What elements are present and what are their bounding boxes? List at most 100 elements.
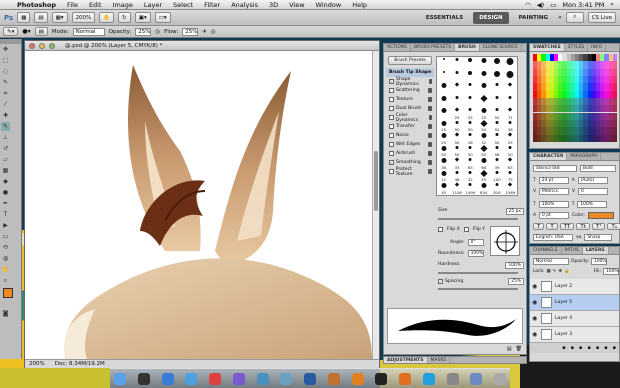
brush-tip[interactable] (450, 70, 463, 83)
tab-brush-presets[interactable]: BRUSH PRESETS (411, 44, 456, 51)
brush-tip[interactable] (437, 57, 450, 70)
zoom-icon[interactable] (49, 42, 55, 49)
workspace-essentials[interactable]: ESSENTIALS (420, 12, 469, 24)
menu-filter[interactable]: Filter (204, 1, 220, 9)
shape-tool-icon[interactable]: ▭ (1, 232, 10, 241)
tab-channels[interactable]: CHANNELS (530, 247, 562, 254)
clock[interactable]: Mon 3:41 PM (562, 1, 604, 9)
scroll-thumb[interactable] (374, 151, 378, 211)
font-family-select[interactable]: Stencil Std (533, 165, 577, 172)
brush-tip[interactable]: 100 (490, 170, 503, 182)
leading-field[interactable]: (Auto) (577, 177, 608, 184)
brush-tip[interactable] (490, 95, 503, 108)
brush-tip[interactable]: 50 (490, 120, 503, 132)
brush-size-preview[interactable]: ●▾ (22, 28, 30, 35)
layer-name[interactable]: Layer 4 (555, 316, 572, 321)
vscale-field[interactable]: 100% (538, 201, 569, 208)
menu-3d[interactable]: 3D (269, 1, 278, 9)
menu-layer[interactable]: Layer (144, 1, 162, 9)
all-caps-button[interactable]: TT (559, 223, 575, 230)
vertical-scrollbar[interactable] (372, 51, 379, 359)
hand-view-button[interactable]: ✋ (99, 12, 115, 23)
brush-tip[interactable] (437, 107, 450, 120)
brush-tip[interactable]: 50 (464, 145, 477, 157)
brush-tip[interactable]: 25 (450, 107, 463, 120)
canvas[interactable] (25, 51, 372, 359)
zoom-level[interactable]: 200% (29, 361, 45, 367)
pressure-size-icon[interactable]: ◎ (211, 29, 216, 35)
menu-image[interactable]: Image (113, 1, 133, 9)
swatch[interactable] (612, 112, 617, 120)
brush-tip[interactable]: 818 (490, 182, 503, 195)
angle-field[interactable]: 0° (467, 239, 484, 246)
wifi-icon[interactable]: ◠ (525, 1, 531, 9)
brush-tip[interactable]: 71 (504, 107, 517, 120)
lock-all-icon[interactable]: 🔒 (564, 269, 569, 274)
layer-thumbnail[interactable] (541, 297, 552, 308)
brush-tip[interactable]: 16 (464, 132, 477, 145)
lock-icon[interactable] (428, 106, 432, 111)
workspace-more[interactable]: » (558, 14, 562, 21)
tab-actions[interactable]: ACTIONS (384, 44, 411, 51)
brush-tip[interactable]: 32 (464, 170, 477, 182)
brush-tip[interactable]: 63 (504, 157, 517, 170)
brush-tip[interactable]: 50 (477, 119, 490, 132)
brush-tip[interactable]: 66 (477, 157, 490, 170)
layer-thumbnail[interactable] (541, 281, 552, 292)
brush-tip[interactable]: 25 (437, 120, 450, 132)
brush-tip[interactable]: 33 (450, 157, 463, 170)
brush-option-row[interactable]: Noise (386, 131, 434, 140)
toggle-brush-panel[interactable]: ▤ (34, 27, 48, 36)
dock-safari-icon[interactable] (185, 372, 198, 385)
brush-tip[interactable] (477, 57, 490, 70)
mode-select[interactable]: Normal (72, 27, 105, 36)
rotate-view-button[interactable]: ↻ (118, 12, 131, 23)
lock-icon[interactable] (428, 115, 432, 120)
brush-tip[interactable] (477, 94, 490, 108)
mask-icon[interactable]: ▪ (579, 345, 582, 351)
brush-option-checkbox[interactable] (389, 88, 394, 93)
eyedropper-tool-icon[interactable]: ⁄ (1, 100, 10, 109)
layer-opacity-field[interactable]: 100% (591, 258, 608, 265)
battery-icon[interactable]: ▭ (550, 1, 556, 9)
menu-help[interactable]: Help (352, 1, 367, 9)
tab-styles[interactable]: STYLES (565, 44, 589, 51)
brush-tip[interactable]: 25 (477, 107, 490, 120)
brush-tip[interactable]: 50 (490, 132, 503, 145)
brush-tip[interactable]: 844 (477, 182, 490, 195)
swatch[interactable] (612, 68, 617, 76)
swatch-grid[interactable] (533, 54, 617, 142)
brush-tip[interactable]: 36 (437, 157, 450, 170)
brush-tool-preset[interactable]: ✎▾ (3, 27, 19, 36)
brush-tip[interactable]: 50 (450, 132, 463, 145)
brush-tip[interactable]: 1569 (504, 182, 517, 195)
lock-icon[interactable] (428, 142, 432, 147)
brush-tip[interactable]: 25 (504, 132, 517, 145)
quick-mask-icon[interactable]: ◙ (1, 309, 10, 318)
visibility-eye-icon[interactable]: ◉ (532, 299, 538, 306)
move-tool-icon[interactable]: ✥ (1, 45, 10, 54)
brush-tip-grid[interactable]: 25 25 25 50 71 25 50 50 50 50 36 25 50 16 32 50 25 50 50 50… (436, 56, 518, 196)
dock-system-preferences-icon[interactable] (446, 372, 459, 385)
pen-tool-icon[interactable]: ✒ (1, 199, 10, 208)
visibility-eye-icon[interactable]: ◉ (532, 331, 538, 338)
brush-option-row[interactable]: Color Dynamics (386, 113, 434, 123)
minibridge-button[interactable]: ▤ (34, 12, 48, 23)
brush-tip[interactable]: 1499 (464, 182, 477, 195)
tools-grip[interactable] (0, 39, 21, 44)
brush-option-checkbox[interactable] (389, 142, 394, 147)
airbrush-icon[interactable]: ✈ (202, 29, 207, 35)
swatch[interactable] (612, 127, 617, 135)
swatch[interactable] (612, 134, 617, 142)
lock-icon[interactable] (428, 97, 432, 102)
brush-tip[interactable]: 55 (477, 169, 490, 182)
brush-option-checkbox[interactable] (389, 124, 394, 129)
brush-option-row[interactable]: Scattering (386, 86, 434, 95)
trash-icon[interactable]: ▪ (613, 345, 616, 351)
zoom-tool-icon[interactable]: ⌕ (1, 276, 10, 285)
layer-row[interactable]: ◉ Layer 2 (530, 279, 619, 295)
visibility-eye-icon[interactable]: ◉ (532, 315, 538, 322)
tab-clone-source[interactable]: CLONE SOURCE (480, 44, 522, 51)
spacing-checkbox[interactable]: ✓ (438, 279, 443, 284)
brush-tip[interactable]: 50 (490, 107, 503, 120)
